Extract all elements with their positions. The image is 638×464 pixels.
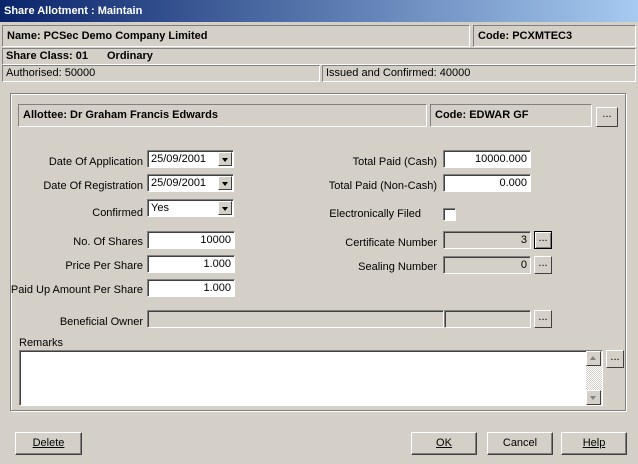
remarks-scrollbar[interactable] [586, 351, 602, 405]
no-of-shares-input[interactable]: 10000 [147, 231, 235, 249]
window-title: Share Allotment : Maintain [0, 0, 638, 22]
date-of-application-value: 25/09/2001 [151, 153, 207, 165]
confirmed-label: Confirmed [92, 207, 143, 219]
company-name: Name: PCSec Demo Company Limited [2, 25, 470, 47]
authorised-count: Authorised: 50000 [2, 65, 320, 82]
confirmed-value: Yes [151, 202, 169, 214]
chevron-down-icon[interactable] [218, 176, 232, 190]
certificate-lookup-button[interactable]: ... [534, 231, 552, 249]
cancel-button-label: Cancel [502, 437, 538, 449]
beneficial-owner-lookup-button[interactable]: ... [534, 310, 552, 328]
allottee-name: Allottee: Dr Graham Francis Edwards [18, 104, 427, 127]
sealing-number-label: Sealing Number [358, 261, 437, 273]
no-of-shares-label: No. Of Shares [73, 236, 143, 248]
remarks-textarea[interactable] [19, 350, 603, 406]
total-paid-cash-label: Total Paid (Cash) [352, 156, 437, 168]
scroll-down-icon[interactable] [586, 390, 601, 405]
allottee-lookup-button[interactable]: ... [596, 107, 618, 127]
help-button-label: Help [582, 437, 606, 449]
beneficial-owner-label: Beneficial Owner [59, 316, 143, 328]
beneficial-owner-name [147, 310, 444, 328]
share-class-bar: Share Class: 01 Ordinary [2, 48, 636, 65]
delete-button[interactable]: Delete [15, 432, 82, 455]
date-of-registration-value: 25/09/2001 [151, 177, 207, 189]
chevron-down-icon[interactable] [218, 201, 232, 215]
ok-button[interactable]: OK [411, 432, 477, 455]
date-of-registration-select[interactable]: 25/09/2001 [147, 174, 234, 192]
electronically-filed-checkbox[interactable] [443, 208, 456, 221]
beneficial-owner-code [444, 310, 531, 328]
certificate-number-input: 3 [443, 231, 531, 249]
paid-up-amount-input[interactable]: 1.000 [147, 279, 235, 297]
help-button[interactable]: Help [561, 432, 627, 455]
sealing-number-input: 0 [443, 256, 531, 274]
certificate-number-label: Certificate Number [345, 237, 437, 249]
delete-button-label: Delete [32, 437, 65, 449]
total-paid-noncash-label: Total Paid (Non-Cash) [328, 180, 437, 192]
total-paid-cash-input[interactable]: 10000.000 [443, 150, 531, 168]
remarks-label: Remarks [19, 337, 64, 349]
company-code: Code: PCXMTEC3 [473, 25, 636, 47]
confirmed-select[interactable]: Yes [147, 199, 234, 217]
share-class-label: Share Class: 01 [6, 50, 88, 62]
issued-count: Issued and Confirmed: 40000 [322, 65, 636, 82]
remarks-expand-button[interactable]: ... [606, 350, 624, 368]
date-of-registration-label: Date Of Registration [43, 180, 143, 192]
share-class-name: Ordinary [107, 50, 153, 62]
allottee-code: Code: EDWAR GF [430, 104, 592, 127]
date-of-application-label: Date Of Application [48, 156, 143, 168]
total-paid-noncash-input[interactable]: 0.000 [443, 174, 531, 192]
chevron-down-icon[interactable] [218, 152, 232, 166]
ok-button-label: OK [436, 437, 452, 449]
electronically-filed-label: Electronically Filed [329, 208, 421, 220]
price-per-share-label: Price Per Share [65, 260, 143, 272]
paid-up-amount-label: Paid Up Amount Per Share [10, 284, 143, 296]
price-per-share-input[interactable]: 1.000 [147, 255, 235, 273]
date-of-application-select[interactable]: 25/09/2001 [147, 150, 234, 168]
sealing-lookup-button[interactable]: ... [534, 256, 552, 274]
cancel-button[interactable]: Cancel [487, 432, 553, 455]
scroll-up-icon[interactable] [586, 351, 601, 366]
